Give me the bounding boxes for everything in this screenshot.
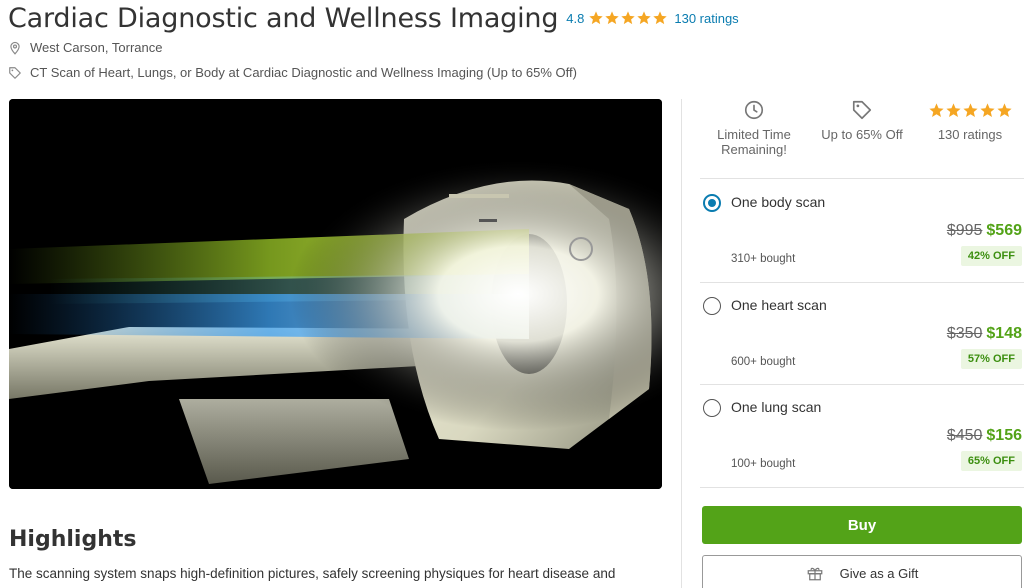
radio-body-scan[interactable] (703, 194, 721, 212)
divider (700, 487, 1024, 488)
original-price: $450 (946, 427, 983, 444)
highlights-heading: Highlights (9, 527, 137, 552)
stars-icon (928, 102, 1013, 119)
radio-lung-scan[interactable] (703, 399, 721, 417)
bought-count: 600+ bought (731, 356, 796, 368)
rating-value[interactable]: 4.8 (566, 11, 584, 26)
feature-limited-time: Limited Time Remaining! (700, 96, 808, 157)
discount-badge: 42% OFF (960, 246, 1022, 266)
ct-scanner-image[interactable] (9, 99, 662, 489)
original-price: $995 (946, 222, 983, 239)
option-label[interactable]: One lung scan (731, 399, 821, 415)
buy-button[interactable]: Buy (702, 506, 1022, 544)
option-label[interactable]: One body scan (731, 194, 825, 210)
option-prices: $450 $156 (947, 427, 1022, 445)
gift-label[interactable]: Give as a Gift (840, 566, 919, 581)
column-divider (681, 99, 682, 588)
option-lung-scan[interactable]: One lung scan $450 $156 100+ bought 65% O… (700, 385, 1024, 487)
feature-ratings[interactable]: 130 ratings (916, 96, 1024, 142)
option-prices: $350 $148 (947, 325, 1022, 343)
feature-label: 130 ratings (937, 127, 1003, 142)
clock-icon (744, 100, 764, 120)
gift-icon (807, 567, 822, 581)
radio-heart-scan[interactable] (703, 297, 721, 315)
page-title: Cardiac Diagnostic and Wellness Imaging (8, 2, 559, 34)
location-pin-icon (10, 41, 20, 55)
location-row: West Carson, Torrance (8, 40, 162, 55)
deal-description: CT Scan of Heart, Lungs, or Body at Card… (30, 65, 577, 80)
option-heart-scan[interactable]: One heart scan $350 $148 600+ bought 57% … (700, 283, 1024, 385)
feature-discount: Up to 65% Off (808, 96, 916, 142)
feature-label: Up to 65% Off (821, 127, 903, 142)
deal-features: Limited Time Remaining! Up to 65% Off 13… (700, 96, 1024, 174)
highlights-text: The scanning system snaps high-definitio… (9, 566, 616, 581)
location-text[interactable]: West Carson, Torrance (30, 40, 162, 55)
rating-stars-icon[interactable] (588, 10, 668, 26)
deal-row: CT Scan of Heart, Lungs, or Body at Card… (8, 65, 577, 80)
sale-price: $148 (986, 325, 1022, 342)
discount-badge: 57% OFF (960, 349, 1022, 369)
bought-count: 100+ bought (731, 458, 796, 470)
ratings-link[interactable]: 130 ratings (674, 11, 738, 26)
original-price: $350 (946, 325, 983, 342)
discount-badge: 65% OFF (960, 451, 1022, 471)
option-prices: $995 $569 (947, 222, 1022, 240)
option-body-scan[interactable]: One body scan $995 $569 310+ bought 42% O… (700, 180, 1024, 282)
tag-icon (852, 100, 872, 120)
tag-icon (9, 66, 21, 79)
give-as-gift-button[interactable]: Give as a Gift (702, 555, 1022, 588)
sale-price: $569 (986, 222, 1022, 239)
title-row: Cardiac Diagnostic and Wellness Imaging … (8, 0, 739, 36)
divider (700, 178, 1024, 179)
option-label[interactable]: One heart scan (731, 297, 827, 313)
sale-price: $156 (986, 427, 1022, 444)
bought-count: 310+ bought (731, 253, 796, 265)
feature-label: Limited Time Remaining! (717, 127, 791, 157)
